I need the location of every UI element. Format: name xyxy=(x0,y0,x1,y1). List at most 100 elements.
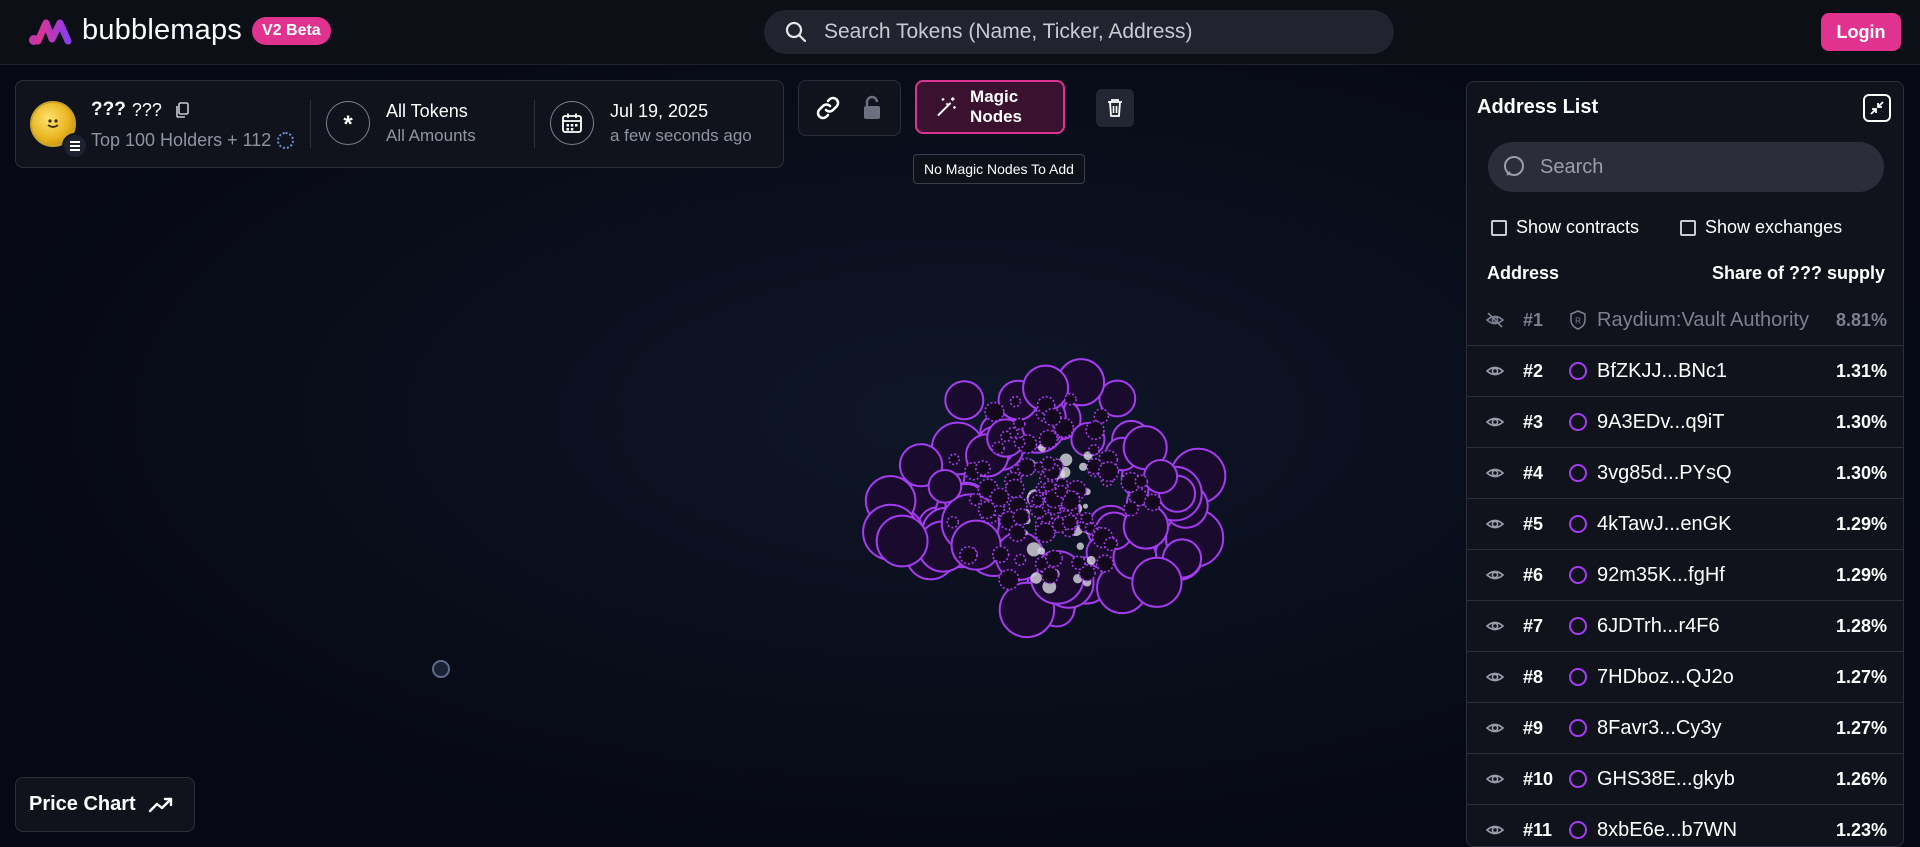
address-row[interactable]: #6 92m35K...fgHf 1.29% xyxy=(1467,550,1903,601)
holder-bubble[interactable] xyxy=(1034,522,1056,544)
isolated-holder-bubble[interactable] xyxy=(432,660,450,678)
holder-bubble[interactable] xyxy=(944,380,985,421)
app-logo[interactable]: bubblemaps V2 Beta xyxy=(28,14,331,47)
eye-icon[interactable] xyxy=(1485,718,1505,738)
holder-address[interactable]: 8Favr3...Cy3y xyxy=(1597,717,1721,740)
holder-bubble[interactable] xyxy=(1017,457,1037,477)
eye-off-icon[interactable] xyxy=(1485,310,1505,330)
holder-bubble[interactable] xyxy=(959,545,978,565)
bubble-map[interactable] xyxy=(850,340,1240,670)
holder-bubble[interactable] xyxy=(992,545,1010,564)
holder-address[interactable]: GHS38E...gkyb xyxy=(1597,768,1735,791)
holder-bubble[interactable] xyxy=(999,430,1012,443)
holder-bubble[interactable] xyxy=(875,514,929,568)
token-search-input[interactable] xyxy=(822,19,1366,45)
address-search[interactable] xyxy=(1488,142,1884,192)
holder-bubble[interactable] xyxy=(1095,554,1115,573)
date-picker-button[interactable] xyxy=(550,101,594,145)
holder-bubble[interactable] xyxy=(1088,444,1100,456)
holder-address[interactable]: 3vg85d...PYsQ xyxy=(1597,462,1732,485)
eye-icon[interactable] xyxy=(1485,769,1505,789)
holder-bubble[interactable] xyxy=(998,568,1020,591)
login-button[interactable]: Login xyxy=(1821,13,1901,51)
holder-bubble[interactable] xyxy=(946,515,959,529)
tokens-filter-title[interactable]: All Tokens xyxy=(386,101,468,122)
collapse-panel-button[interactable] xyxy=(1863,94,1891,122)
holder-address[interactable]: Raydium:Vault Authority xyxy=(1597,309,1833,332)
holder-address[interactable]: 7HDboz...QJ2o xyxy=(1597,666,1734,689)
holder-bubble[interactable] xyxy=(1143,493,1162,512)
token-filter-button[interactable]: * xyxy=(326,101,370,145)
holder-bubble[interactable] xyxy=(1009,395,1022,408)
eye-icon[interactable] xyxy=(1485,820,1505,840)
holder-bubble[interactable] xyxy=(1080,511,1094,525)
address-row[interactable]: #10 GHS38E...gkyb 1.26% xyxy=(1467,754,1903,805)
holder-bubble[interactable] xyxy=(1012,508,1030,526)
holder-bubble[interactable] xyxy=(1134,474,1149,489)
holder-bubble[interactable] xyxy=(1038,429,1059,449)
holder-bubble[interactable] xyxy=(1071,555,1086,571)
token-search[interactable] xyxy=(764,10,1394,54)
holders-selector[interactable]: Top 100 Holders + 112 xyxy=(91,130,295,151)
holder-bubble[interactable] xyxy=(1097,461,1120,483)
holder-bubble[interactable] xyxy=(1008,524,1027,543)
show-contracts-toggle[interactable]: Show contracts xyxy=(1491,217,1639,238)
price-chart-button[interactable]: Price Chart xyxy=(15,777,195,832)
holder-bubble[interactable] xyxy=(948,453,960,466)
holder-address[interactable]: 4kTawJ...enGK xyxy=(1597,513,1732,536)
magic-nodes-button[interactable]: Magic Nodes xyxy=(915,80,1065,134)
address-row[interactable]: #5 4kTawJ...enGK 1.29% xyxy=(1467,499,1903,550)
holder-bubble[interactable] xyxy=(1143,459,1179,494)
holder-address[interactable]: BfZKJJ...BNc1 xyxy=(1597,360,1727,383)
holder-bubble[interactable] xyxy=(1085,420,1105,440)
holder-bubble[interactable] xyxy=(1043,407,1062,427)
holder-bubble[interactable] xyxy=(1013,436,1026,449)
delete-button[interactable] xyxy=(1096,89,1134,127)
holder-bubble[interactable] xyxy=(1013,417,1026,431)
eye-icon[interactable] xyxy=(1485,514,1505,534)
link-icon[interactable] xyxy=(815,95,841,121)
holder-bubble[interactable] xyxy=(984,401,1005,423)
holder-bubble[interactable] xyxy=(1041,566,1060,585)
eye-icon[interactable] xyxy=(1485,361,1505,381)
eye-icon[interactable] xyxy=(1485,616,1505,636)
holder-bubble[interactable] xyxy=(991,441,1005,455)
holder-address[interactable]: 8xbE6e...b7WN xyxy=(1597,819,1737,842)
address-row[interactable]: #2 BfZKJJ...BNc1 1.31% xyxy=(1467,346,1903,397)
holder-bubble[interactable] xyxy=(1123,500,1139,517)
holder-bubble[interactable] xyxy=(1131,556,1183,608)
holder-address[interactable]: 9A3EDv...q9iT xyxy=(1597,411,1724,434)
holder-bubble[interactable] xyxy=(1093,408,1110,424)
holder-bubble[interactable] xyxy=(1045,549,1064,568)
show-exchanges-checkbox[interactable] xyxy=(1680,219,1696,236)
eye-icon[interactable] xyxy=(1485,565,1505,585)
eye-icon[interactable] xyxy=(1485,667,1505,687)
address-row[interactable]: #4 3vg85d...PYsQ 1.30% xyxy=(1467,448,1903,499)
lock-icon[interactable] xyxy=(861,95,883,121)
address-search-input[interactable] xyxy=(1538,154,1862,180)
holder-bubble[interactable] xyxy=(950,519,1002,571)
address-row[interactable]: #1 R Raydium:Vault Authority 8.81% xyxy=(1467,295,1903,346)
holder-bubble[interactable] xyxy=(1014,553,1027,566)
address-row[interactable]: #11 8xbE6e...b7WN 1.23% xyxy=(1467,805,1903,846)
holder-bubble[interactable] xyxy=(927,469,963,504)
holder-bubble[interactable] xyxy=(1063,392,1077,406)
show-contracts-checkbox[interactable] xyxy=(1491,219,1507,236)
address-row[interactable]: #3 9A3EDv...q9iT 1.30% xyxy=(1467,397,1903,448)
holder-bubble[interactable] xyxy=(1041,456,1056,471)
holder-bubble[interactable] xyxy=(1103,537,1118,552)
holder-bubble[interactable] xyxy=(1054,484,1068,499)
eye-icon[interactable] xyxy=(1485,463,1505,483)
address-row[interactable]: #8 7HDboz...QJ2o 1.27% xyxy=(1467,652,1903,703)
eye-icon[interactable] xyxy=(1485,412,1505,432)
holder-bubble[interactable] xyxy=(1031,494,1045,508)
date-title[interactable]: Jul 19, 2025 xyxy=(610,101,708,122)
holder-address[interactable]: 6JDTrh...r4F6 xyxy=(1597,615,1720,638)
address-row[interactable]: #7 6JDTrh...r4F6 1.28% xyxy=(1467,601,1903,652)
holder-bubble[interactable] xyxy=(974,460,991,476)
address-row[interactable]: #9 8Favr3...Cy3y 1.27% xyxy=(1467,703,1903,754)
show-exchanges-toggle[interactable]: Show exchanges xyxy=(1680,217,1842,238)
copy-icon[interactable] xyxy=(174,102,190,118)
holder-address[interactable]: 92m35K...fgHf xyxy=(1597,564,1725,587)
holder-bubble[interactable] xyxy=(1061,514,1078,531)
